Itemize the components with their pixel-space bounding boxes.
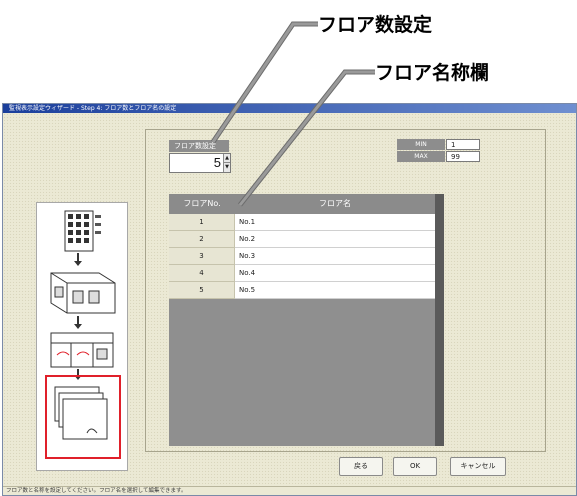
floor-count-spinbox[interactable]: 5 ▲ ▼ (169, 153, 231, 173)
floor-no-cell: 4 (169, 265, 235, 282)
floor-no-cell: 1 (169, 214, 235, 231)
max-label: MAX (397, 151, 445, 162)
table-row[interactable]: 5 No.5 (169, 282, 435, 299)
window-title: 監視表示設定ウィザード - Step 4: フロア数とフロア名の設定 (3, 104, 576, 113)
floor-count-value[interactable]: 5 (214, 155, 221, 170)
table-row[interactable]: 2 No.2 (169, 231, 435, 248)
building-icon (64, 210, 101, 252)
down-arrow-icon (74, 253, 82, 266)
table-scrollbar[interactable] (435, 194, 444, 446)
table-row[interactable]: 3 No.3 (169, 248, 435, 265)
ok-button[interactable]: OK (393, 457, 437, 476)
spin-up-icon[interactable]: ▲ (223, 154, 230, 163)
cancel-button[interactable]: キャンセル (450, 457, 506, 476)
floor-no-cell: 2 (169, 231, 235, 248)
spin-down-icon[interactable]: ▼ (223, 163, 230, 172)
floor-name-cell[interactable]: No.4 (235, 265, 435, 282)
max-value: 99 (446, 151, 480, 162)
floor-table: フロアNo. フロア名 1 No.1 2 No.2 3 No.3 4 No.4 … (169, 194, 444, 446)
table-row[interactable]: 1 No.1 (169, 214, 435, 231)
floor-no-cell: 5 (169, 282, 235, 299)
down-arrow-icon (74, 316, 82, 329)
floor-count-callout: フロア数設定 (318, 14, 433, 36)
table-header: フロアNo. フロア名 (169, 194, 435, 214)
min-value: 1 (446, 139, 480, 150)
floor-plan-icon (50, 332, 114, 368)
floor-name-column-callout: フロア名称欄 (375, 62, 490, 84)
floor-name-cell[interactable]: No.5 (235, 282, 435, 299)
back-button[interactable]: 戻る (339, 457, 383, 476)
table-row[interactable]: 4 No.4 (169, 265, 435, 282)
building-perspective-icon (50, 272, 116, 314)
floor-name-cell[interactable]: No.2 (235, 231, 435, 248)
wizard-window: 監視表示設定ウィザード - Step 4: フロア数とフロア名の設定 フロア数設… (2, 103, 577, 496)
column-header-floor-no: フロアNo. (183, 199, 221, 208)
floor-name-cell[interactable]: No.1 (235, 214, 435, 231)
status-bar: フロア数と名称を設定してください。フロア名を選択して編集できます。 (3, 486, 576, 495)
window-client-area: フロア数設定 5 ▲ ▼ MIN 1 MAX 99 フロアNo. フロア名 1 … (3, 113, 576, 487)
floor-name-cell[interactable]: No.3 (235, 248, 435, 265)
current-step-highlight (45, 375, 121, 459)
min-label: MIN (397, 139, 445, 150)
step-illustration-panel (36, 202, 128, 471)
column-header-floor-name: フロア名 (319, 199, 351, 208)
floor-no-cell: 3 (169, 248, 235, 265)
floor-count-label: フロア数設定 (169, 140, 229, 152)
